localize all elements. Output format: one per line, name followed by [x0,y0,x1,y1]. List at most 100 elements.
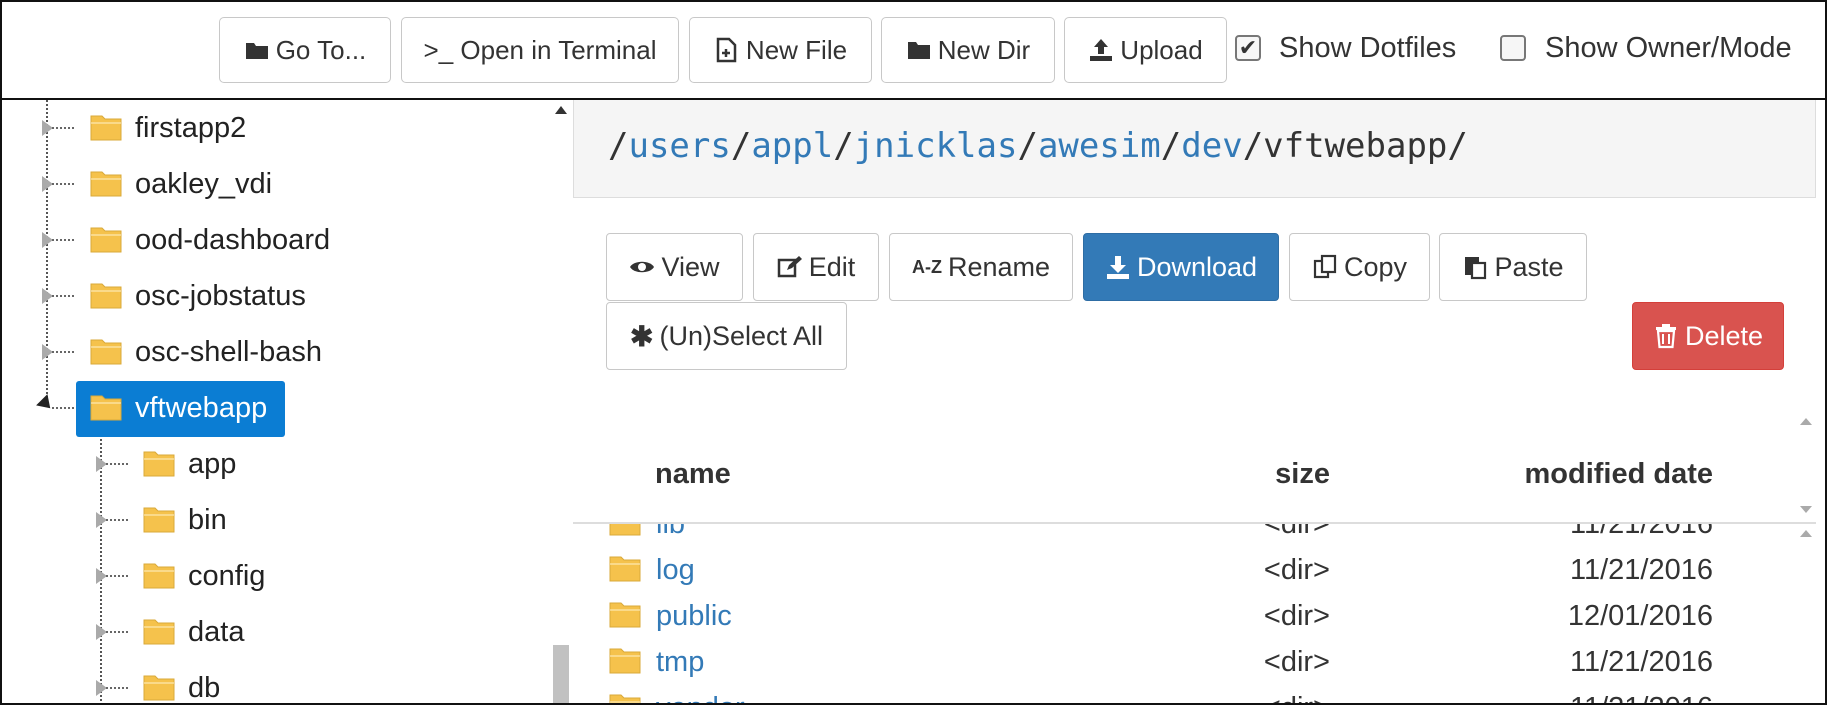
upload-button[interactable]: Upload [1064,17,1227,83]
file-name-link[interactable]: log [656,554,695,587]
paste-button[interactable]: Paste [1439,233,1587,301]
folder-icon [609,694,641,703]
breadcrumb-link[interactable]: awesim [1038,126,1161,166]
scrollbar-thumb[interactable] [553,645,569,703]
breadcrumb-current: vftwebapp [1263,126,1448,166]
paste-icon [1465,257,1487,280]
select-all-label: (Un)Select All [659,320,824,351]
tree-connector [52,183,74,185]
tree-node-bin[interactable]: bin [2,492,542,548]
eye-icon [630,261,655,273]
file-size: <dir> [1263,646,1330,678]
tree-connector [106,463,128,465]
tree-node-config[interactable]: config [2,548,542,604]
breadcrumb-link[interactable]: users [628,126,730,166]
new-dir-button[interactable]: New Dir [881,17,1055,83]
tree-node-oakley-vdi[interactable]: oakley_vdi [2,156,542,212]
tree-node-app[interactable]: app [2,436,542,492]
path-separator: / [1447,126,1468,166]
tree-node-ood-dashboard[interactable]: ood-dashboard [2,212,542,268]
table-row[interactable]: public <dir> 12/01/2016 [573,594,1795,640]
column-header-size[interactable]: size [1180,458,1330,491]
table-header: name size modified date [573,412,1816,524]
sort-alpha-icon: A-Z [911,256,942,277]
open-in-terminal-button[interactable]: >_ Open in Terminal [401,17,679,83]
rename-button[interactable]: A-Z Rename [889,233,1073,301]
path-separator: / [608,126,629,166]
folder-icon [90,227,122,253]
tree-node-label: ood-dashboard [135,224,331,256]
file-explorer-window: Go To... >_ Open in Terminal New File Ne… [0,0,1827,705]
breadcrumb-link[interactable]: jnicklas [854,126,1018,166]
folder-icon [90,115,122,141]
table-row[interactable]: lib <dir> 11/21/2016 [573,524,1795,548]
folder-icon [143,451,175,477]
delete-button[interactable]: Delete [1632,302,1784,370]
tree-scrollbar[interactable] [552,100,572,703]
file-name-link[interactable]: public [656,600,732,633]
tree-connector [106,519,128,521]
file-list: lib <dir> 11/21/2016 log <dir> 11/21/201… [573,524,1816,703]
show-dotfiles-checkbox[interactable]: ✔ [1235,35,1261,61]
toolbar: Go To... >_ Open in Terminal New File Ne… [2,2,1825,100]
scroll-down-icon[interactable] [1800,506,1812,513]
delete-label: Delete [1684,320,1764,351]
scroll-up-icon[interactable] [1800,530,1812,537]
file-size: <dir> [1263,524,1330,540]
edit-button[interactable]: Edit [753,233,879,301]
tree-node-label: db [188,672,221,704]
file-size: <dir> [1263,554,1330,586]
folder-icon [90,283,122,309]
folder-icon [90,339,122,365]
tree-node-label: osc-shell-bash [135,336,322,368]
show-dotfiles-label[interactable]: Show Dotfiles [1279,32,1456,65]
download-button[interactable]: Download [1083,233,1279,301]
table-row[interactable]: tmp <dir> 11/21/2016 [573,640,1795,686]
new-file-label: New File [745,34,848,65]
tree-node-osc-shell-bash[interactable]: osc-shell-bash [2,324,542,380]
copy-button[interactable]: Copy [1289,233,1430,301]
scroll-up-icon[interactable] [1800,418,1812,425]
file-name-link[interactable]: vendor [656,692,745,703]
path-separator: / [1160,126,1182,166]
copy-icon [1313,254,1337,279]
column-header-modified-date[interactable]: modified date [1313,458,1713,491]
tree-node-vftwebapp[interactable]: vftwebapp [2,380,542,437]
tree-node-osc-jobstatus[interactable]: osc-jobstatus [2,268,542,324]
column-header-name[interactable]: name [655,458,731,491]
tree-node-firstapp2[interactable]: firstapp2 [2,100,542,156]
checkmark-icon: ✔ [1238,35,1258,60]
tree-node-label: bin [188,504,227,536]
file-modified-date: 11/21/2016 [1570,524,1713,540]
tree-node-label: osc-jobstatus [135,280,306,312]
header-scrollbar[interactable] [1797,412,1816,522]
folder-icon [143,507,175,533]
file-modified-date: 11/21/2016 [1570,646,1713,678]
breadcrumb-link[interactable]: appl [751,126,833,166]
edit-icon [777,256,802,278]
file-size: <dir> [1263,600,1330,632]
scroll-up-icon[interactable] [555,106,567,114]
table-row[interactable]: vendor <dir> 11/21/2016 [573,686,1795,703]
tree-node-label: app [188,448,237,480]
breadcrumb-link[interactable]: dev [1181,126,1242,166]
new-file-button[interactable]: New File [689,17,872,83]
select-all-button[interactable]: ✱ (Un)Select All [606,302,847,370]
tree-node-data[interactable]: data [2,604,542,660]
file-name-link[interactable]: tmp [656,646,704,679]
show-owner-mode-label[interactable]: Show Owner/Mode [1545,32,1792,65]
show-owner-mode-checkbox[interactable] [1500,35,1526,61]
path-separator: / [833,126,854,166]
go-to-button[interactable]: Go To... [219,17,391,83]
tree-node-db[interactable]: db [2,660,542,704]
tree-connector [52,351,74,353]
view-button[interactable]: View [606,233,743,301]
file-plus-icon [716,37,737,63]
folder-icon [143,675,175,701]
folder-icon [143,619,175,645]
table-row[interactable]: log <dir> 11/21/2016 [573,548,1795,594]
collapse-toggle-icon[interactable] [36,394,56,414]
view-label: View [661,251,720,282]
file-name-link[interactable]: lib [656,524,685,541]
go-to-label: Go To... [275,34,367,65]
